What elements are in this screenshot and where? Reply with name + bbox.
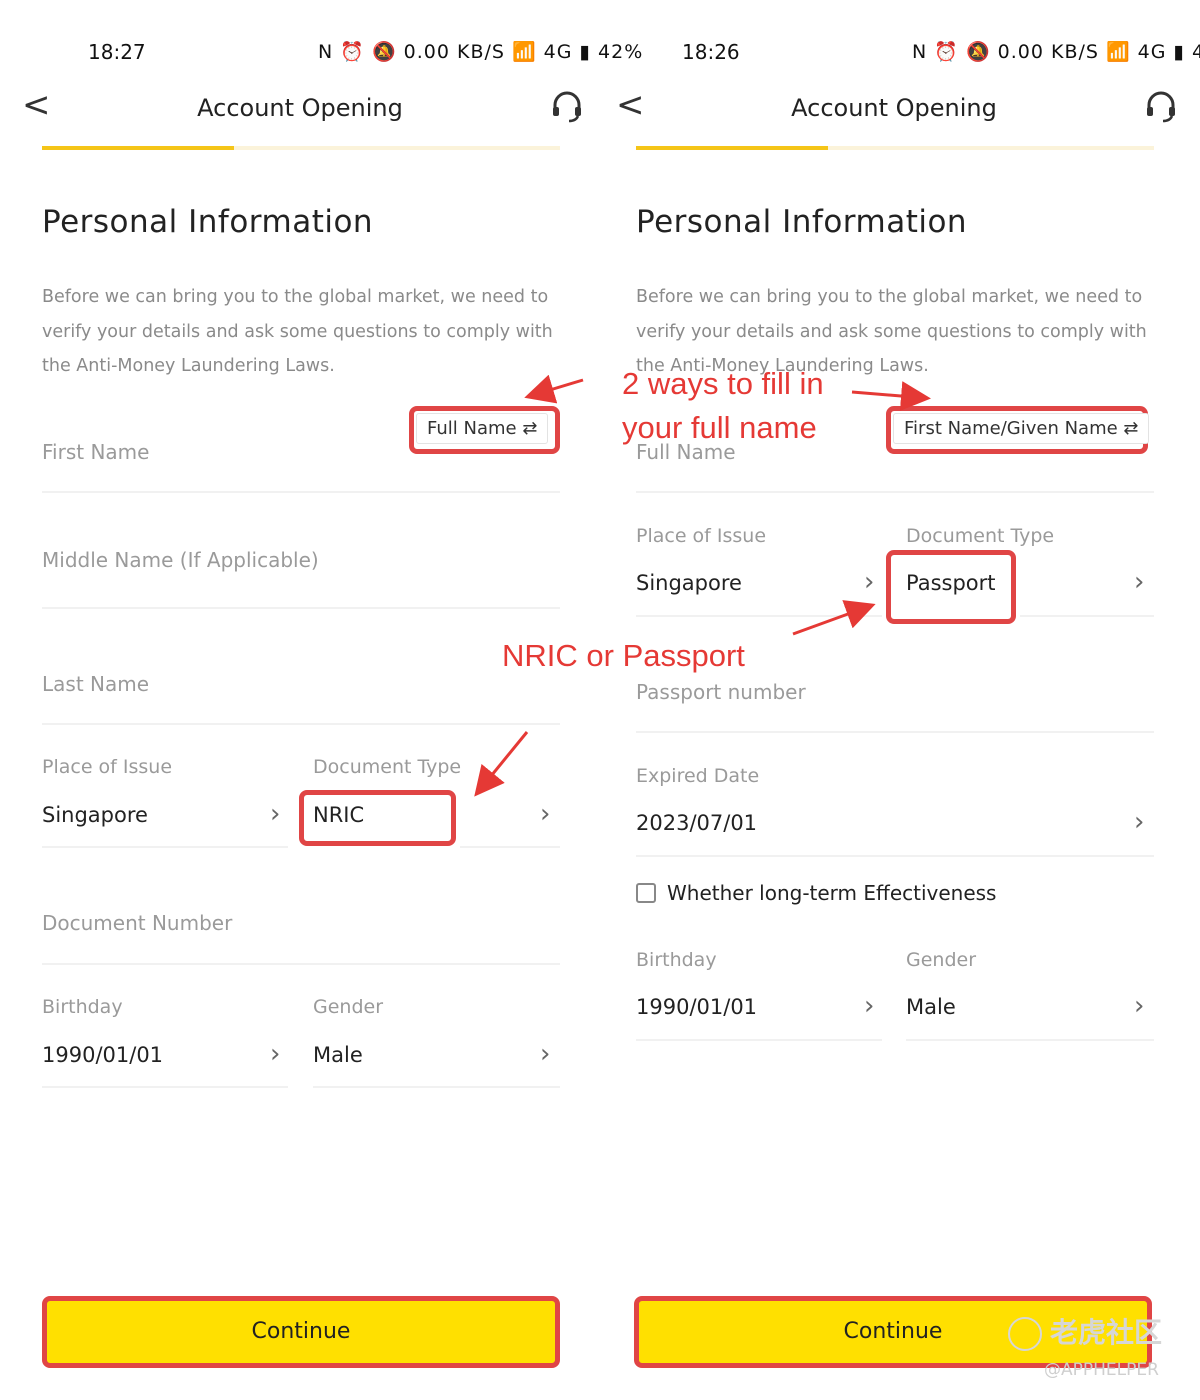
gender-select[interactable]: Male xyxy=(906,995,956,1019)
divider xyxy=(636,615,882,617)
place-of-issue-select[interactable]: Singapore xyxy=(42,803,148,827)
annotation-line: your full name xyxy=(622,410,817,445)
divider xyxy=(42,846,288,848)
document-type-select[interactable]: Passport xyxy=(906,571,996,595)
chevron-right-icon[interactable]: › xyxy=(1134,809,1144,835)
divider xyxy=(636,731,1154,733)
chevron-right-icon[interactable]: › xyxy=(270,801,280,827)
watermark-logo: 老虎社区 xyxy=(1008,1311,1162,1351)
page-title: Account Opening xyxy=(197,94,403,122)
divider xyxy=(42,491,560,493)
chevron-right-icon[interactable]: › xyxy=(270,1041,280,1067)
expiry-date-select[interactable]: 2023/07/01 xyxy=(636,811,757,835)
document-type-label: Document Type xyxy=(313,756,462,778)
divider xyxy=(636,855,1154,857)
section-heading: Personal Information xyxy=(636,204,968,240)
gender-label: Gender xyxy=(906,949,977,971)
status-time: 18:26 xyxy=(682,40,740,64)
chevron-right-icon[interactable]: › xyxy=(864,993,874,1019)
gender-select[interactable]: Male xyxy=(313,1043,363,1067)
divider xyxy=(1020,615,1154,617)
gender-label: Gender xyxy=(313,996,384,1018)
first-name-field[interactable]: First Name xyxy=(42,440,149,464)
expiry-date-label: Expired Date xyxy=(636,765,760,787)
divider xyxy=(636,491,1154,493)
intro-text: Before we can bring you to the global ma… xyxy=(42,287,553,376)
divider xyxy=(42,607,560,609)
place-of-issue-label: Place of Issue xyxy=(42,756,173,778)
progress-bar xyxy=(42,146,560,150)
progress-fill xyxy=(42,146,234,150)
status-icons: N ⏰ 🔕 0.00 KB/S 📶 4G ▮ 42% xyxy=(912,41,1200,63)
left-screen: 18:27 N ⏰ 🔕 0.00 KB/S 📶 4G ▮ 42% < Accou… xyxy=(0,0,642,1400)
right-screen: 18:26 N ⏰ 🔕 0.00 KB/S 📶 4G ▮ 42% < Accou… xyxy=(594,0,1200,1400)
chevron-right-icon[interactable]: › xyxy=(1134,993,1144,1019)
watermark-brand: 老虎社区 xyxy=(1050,1316,1163,1349)
divider xyxy=(906,1039,1154,1041)
fullname-toggle-button[interactable]: Full Name ⇄ xyxy=(416,413,549,444)
passport-number-field[interactable]: Passport number xyxy=(636,680,806,704)
chevron-right-icon[interactable]: › xyxy=(1134,569,1144,595)
headset-icon[interactable] xyxy=(1144,90,1178,124)
divider xyxy=(42,963,560,965)
divider xyxy=(460,846,560,848)
middle-name-field[interactable]: Middle Name (If Applicable) xyxy=(42,548,319,572)
birthday-select[interactable]: 1990/01/01 xyxy=(42,1043,163,1067)
status-time: 18:27 xyxy=(88,40,146,64)
divider xyxy=(313,1086,560,1088)
birthday-label: Birthday xyxy=(636,949,717,971)
continue-button[interactable]: Continue xyxy=(42,1296,560,1368)
section-heading: Personal Information xyxy=(42,204,374,240)
document-number-field[interactable]: Document Number xyxy=(42,911,232,935)
watermark-handle: @APPHELPER xyxy=(1044,1360,1159,1380)
chevron-right-icon[interactable]: › xyxy=(540,801,550,827)
document-type-label: Document Type xyxy=(906,525,1055,547)
place-of-issue-label: Place of Issue xyxy=(636,525,767,547)
progress-fill xyxy=(636,146,828,150)
divider xyxy=(42,1086,288,1088)
place-of-issue-select[interactable]: Singapore xyxy=(636,571,742,595)
annotation-line: 2 ways to fill in xyxy=(622,366,824,401)
headset-icon[interactable] xyxy=(550,90,584,124)
chevron-right-icon[interactable]: › xyxy=(864,569,874,595)
long-term-label[interactable]: Whether long-term Effectiveness xyxy=(667,881,996,905)
checkbox-icon[interactable] xyxy=(636,883,656,903)
document-type-select[interactable]: NRIC xyxy=(313,803,364,827)
annotation-two-ways: 2 ways to fill in your full name xyxy=(622,366,824,446)
chevron-right-icon[interactable]: › xyxy=(540,1041,550,1067)
birthday-select[interactable]: 1990/01/01 xyxy=(636,995,757,1019)
annotation-nric-passport: NRIC or Passport xyxy=(502,638,745,673)
givenname-toggle-button[interactable]: First Name/Given Name ⇄ xyxy=(893,413,1150,444)
progress-bar xyxy=(636,146,1154,150)
birthday-label: Birthday xyxy=(42,996,123,1018)
divider xyxy=(42,723,560,725)
divider xyxy=(636,1039,882,1041)
last-name-field[interactable]: Last Name xyxy=(42,672,149,696)
page-title: Account Opening xyxy=(791,94,997,122)
